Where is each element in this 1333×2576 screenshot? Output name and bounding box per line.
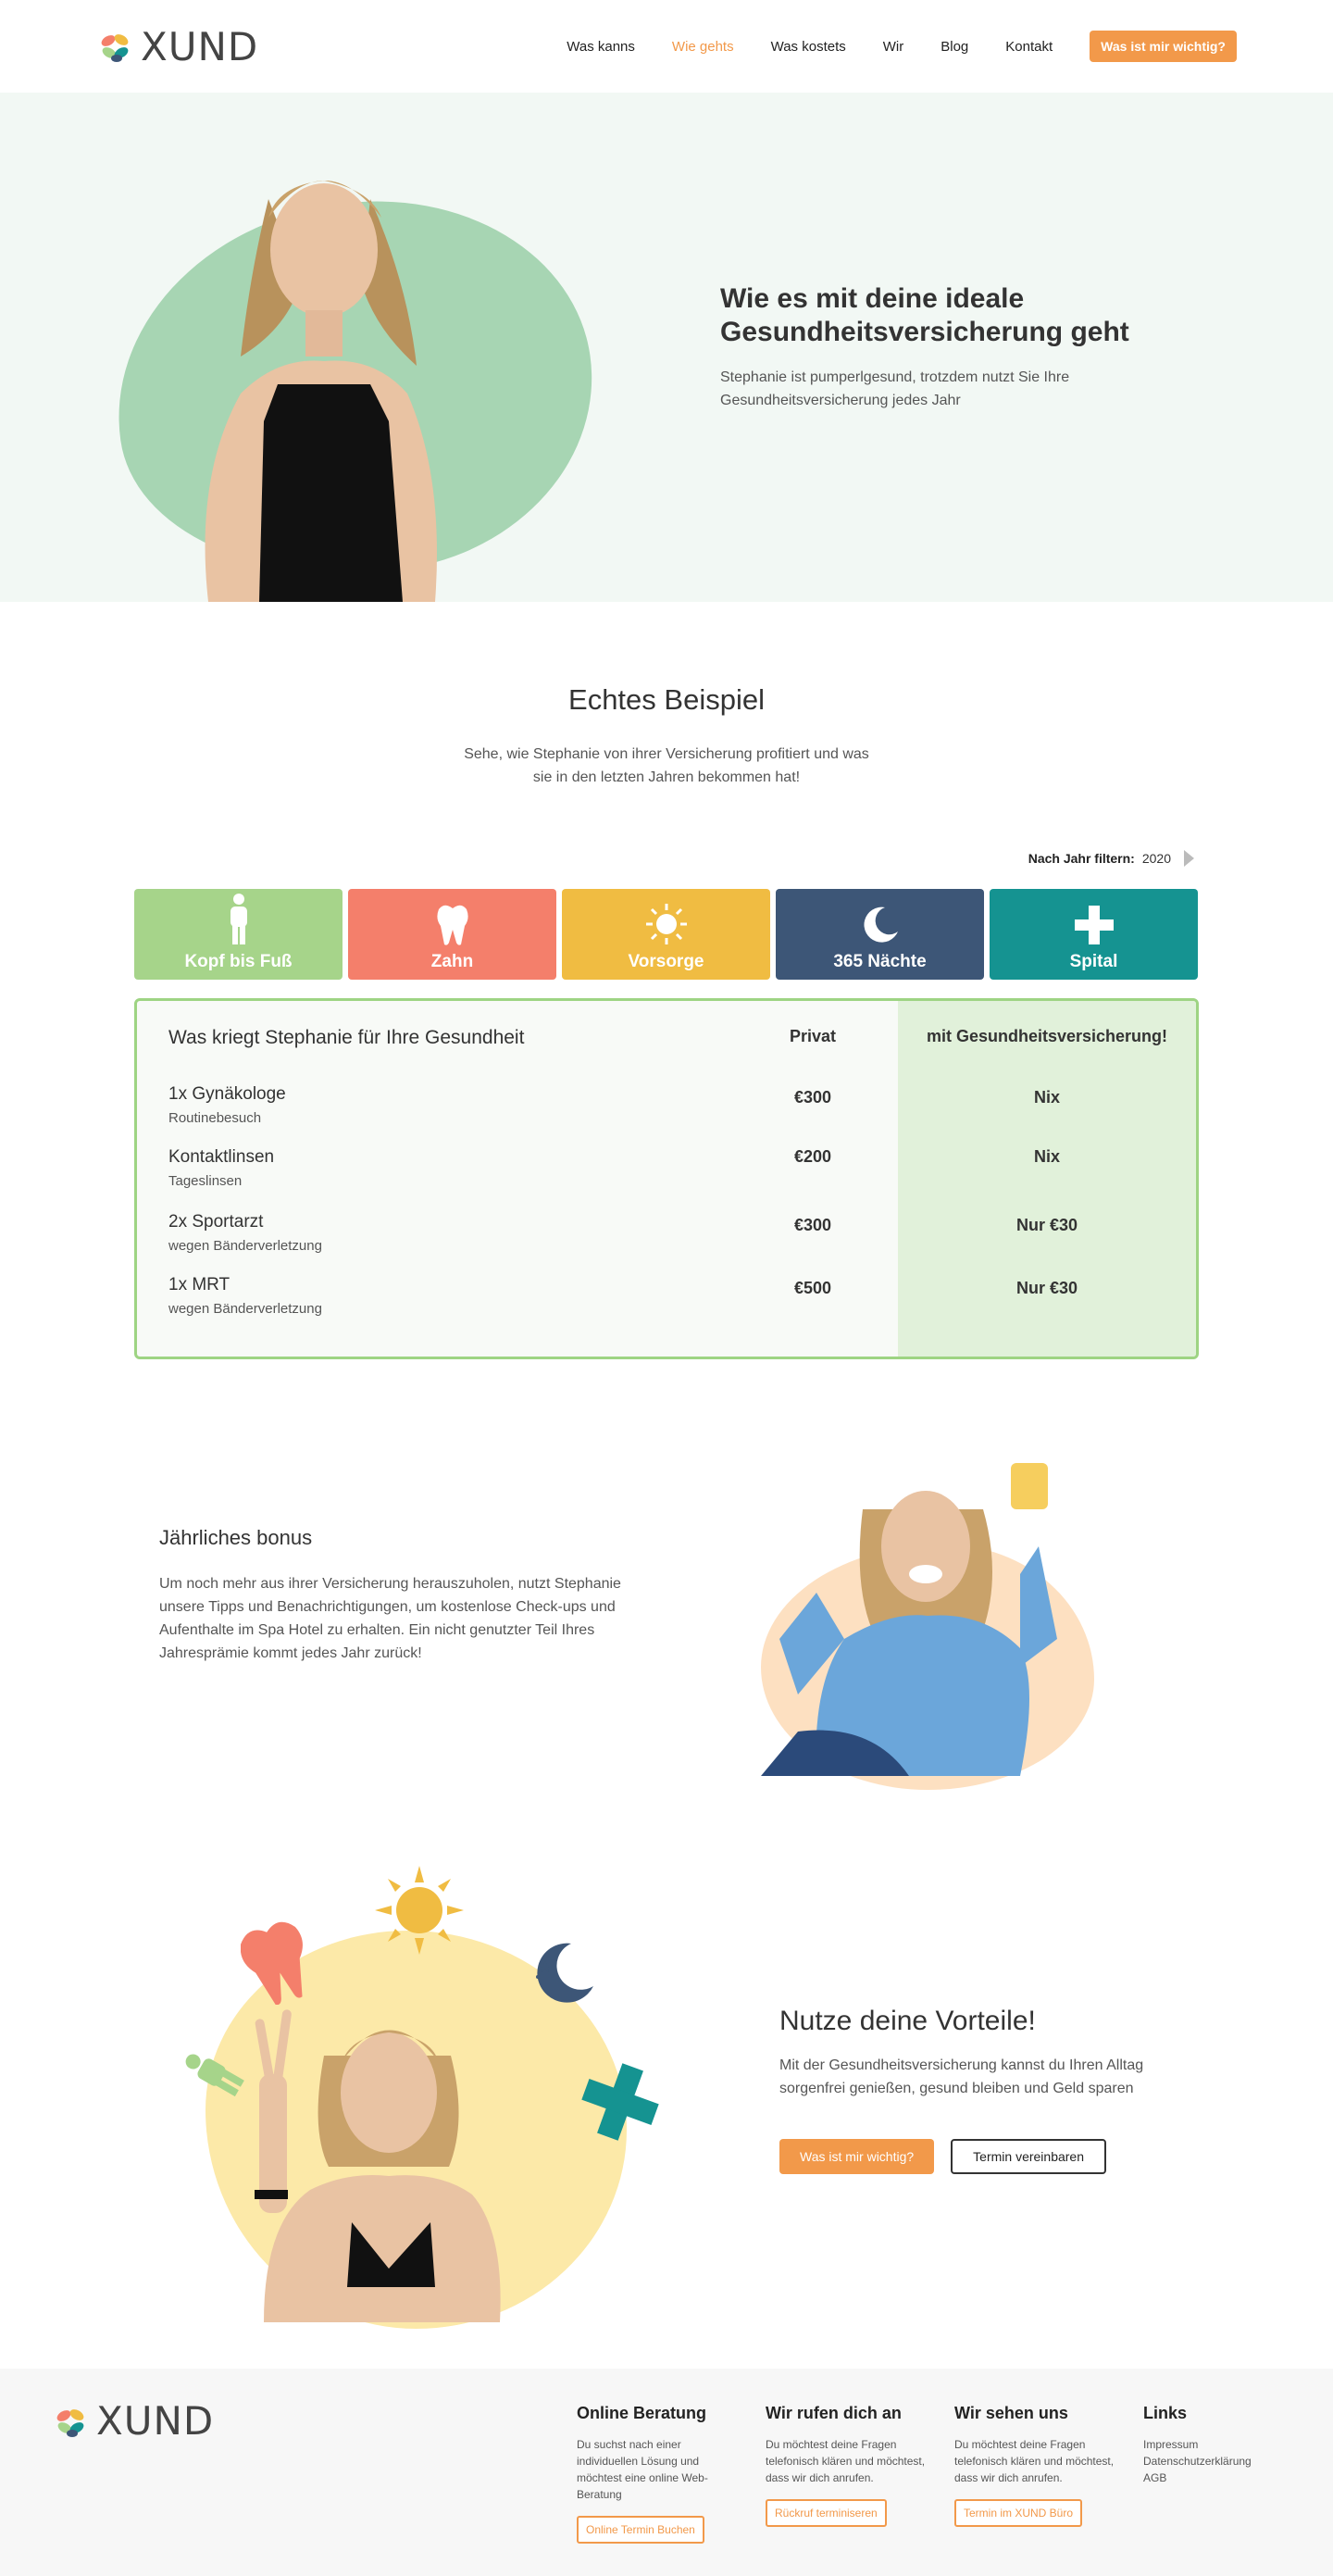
example-subtitle: Sehe, wie Stephanie von ihrer Versicheru… <box>464 746 869 785</box>
vorteile-description: Mit der Gesundheitsversicherung kannst d… <box>779 2057 1144 2096</box>
category-label: Vorsorge <box>628 952 704 971</box>
cross-icon <box>1074 906 1114 944</box>
row-sub: Routinebesuch <box>168 1110 262 1126</box>
example-header: Echtes Beispiel Sehe, wie Stephanie von … <box>0 683 1333 789</box>
row-name: 2x Sportarzt <box>168 1212 264 1232</box>
header: XUND Was kanns Wie gehts Was kostets Wir… <box>0 0 1333 93</box>
online-termin-buchen-button[interactable]: Online Termin Buchen <box>577 2516 704 2544</box>
footer-link-datenschutz[interactable]: Datenschutzerklärung <box>1143 2453 1291 2470</box>
year-filter[interactable]: Nach Jahr filtern: 2020 <box>1028 850 1194 867</box>
hero-person-image <box>205 181 437 602</box>
footer-col-title: Wir rufen dich an <box>766 2404 902 2422</box>
bonus-person-image <box>761 1463 1057 1776</box>
tooth-icon <box>436 905 468 945</box>
cross-icon <box>581 2063 659 2141</box>
category-label: Zahn <box>430 952 474 971</box>
footer: XUND Online Beratung Du suchst nach eine… <box>0 2369 1333 2576</box>
bonus-title: Jährliches bonus <box>159 1526 313 1549</box>
hero-section: Wie es mit deine ideale Gesundheitsversi… <box>0 93 1333 606</box>
category-kopf-bis-fuss[interactable]: Kopf bis Fuß <box>134 889 343 980</box>
hero-title: Wie es mit deine ideale Gesundheitsversi… <box>720 283 1129 347</box>
category-label: 365 Nächte <box>833 952 927 971</box>
row-sub: wegen Bänderverletzung <box>168 1301 322 1317</box>
moon-icon <box>863 907 898 943</box>
row-private: €500 <box>793 1279 832 1297</box>
was-ist-mir-wichtig-button[interactable]: Was ist mir wichtig? <box>779 2139 935 2174</box>
row-insured: Nur €30 <box>1015 1279 1078 1297</box>
main-nav: Was kanns Wie gehts Was kostets Wir Blog… <box>529 31 1237 62</box>
sun-icon <box>375 1866 464 1955</box>
nav-wie-gehts[interactable]: Wie gehts <box>672 39 734 55</box>
row-name: 1x Gynäkologe <box>168 1084 286 1104</box>
sun-icon <box>645 904 687 944</box>
termin-im-buero-button[interactable]: Termin im XUND Büro <box>954 2499 1083 2527</box>
footer-logo-text: XUND <box>96 2398 215 2444</box>
nav-blog[interactable]: Blog <box>941 39 968 55</box>
vorteile-title: Nutze deine Vorteile! <box>779 2006 1036 2036</box>
footer-link-agb[interactable]: AGB <box>1143 2470 1291 2486</box>
row-sub: wegen Bänderverletzung <box>168 1238 322 1254</box>
termin-vereinbaren-button[interactable]: Termin vereinbaren <box>951 2139 1107 2174</box>
footer-col-online-beratung: Online Beratung Du suchst nach einer ind… <box>577 2404 743 2544</box>
nav-kontakt[interactable]: Kontakt <box>1005 39 1053 55</box>
benefits-table: Was kriegt Stephanie für Ihre Gesundheit… <box>134 998 1199 1359</box>
row-insured: Nix <box>1033 1147 1060 1166</box>
vorteile-person-image <box>255 2009 501 2322</box>
footer-col-text: Du möchtest deine Fragen telefonisch klä… <box>766 2438 926 2484</box>
insured-column-bg <box>898 1001 1196 1357</box>
category-spital[interactable]: Spital <box>990 889 1198 980</box>
row-private: €300 <box>793 1216 832 1234</box>
caret-right-icon[interactable] <box>1184 850 1194 867</box>
vorteile-buttons: Was ist mir wichtig? Termin vereinbaren <box>779 2139 1196 2174</box>
category-label: Kopf bis Fuß <box>184 952 293 971</box>
bonus-text: Jährliches bonus Um noch mehr aus ihrer … <box>159 1526 622 1665</box>
logo-mark-icon <box>101 34 129 62</box>
footer-col-wir-sehen-uns: Wir sehen uns Du möchtest deine Fragen t… <box>954 2404 1121 2527</box>
logo-text: XUND <box>141 23 259 69</box>
category-zahn[interactable]: Zahn <box>348 889 556 980</box>
bonus-description: Um noch mehr aus ihrer Versicherung hera… <box>159 1576 621 1661</box>
header-cta-button[interactable]: Was ist mir wichtig? <box>1090 31 1237 62</box>
year-filter-value: 2020 <box>1141 851 1171 866</box>
nav-wir[interactable]: Wir <box>883 39 904 55</box>
row-name: 1x MRT <box>168 1275 230 1294</box>
footer-col-wir-rufen-dich-an: Wir rufen dich an Du möchtest deine Frag… <box>766 2404 932 2527</box>
page: XUND Was kanns Wie gehts Was kostets Wir… <box>0 0 1333 2576</box>
footer-logo[interactable]: XUND <box>52 2398 214 2444</box>
rueckruf-button[interactable]: Rückruf terminiseren <box>766 2499 887 2527</box>
hero-text: Wie es mit deine ideale Gesundheitsversi… <box>720 282 1165 412</box>
row-insured: Nur €30 <box>1015 1216 1078 1234</box>
footer-link-impressum[interactable]: Impressum <box>1143 2436 1291 2453</box>
row-insured: Nix <box>1033 1088 1060 1107</box>
nav-was-kostets[interactable]: Was kostets <box>771 39 846 55</box>
row-private: €300 <box>793 1088 832 1107</box>
footer-col-title: Links <box>1143 2404 1188 2422</box>
footer-links-list: Impressum Datenschutzerklärung AGB <box>1143 2436 1291 2486</box>
footer-col-links: Links Impressum Datenschutzerklärung AGB <box>1143 2404 1291 2486</box>
table-head-title: Was kriegt Stephanie für Ihre Gesundheit <box>168 1027 525 1048</box>
category-label: Spital <box>1069 952 1118 971</box>
logo[interactable]: XUND <box>96 24 258 69</box>
footer-col-text: Du möchtest deine Fragen telefonisch klä… <box>954 2438 1115 2484</box>
table-head-insured: mit Gesundheitsversicherung! <box>926 1027 1168 1045</box>
logo-mark-icon <box>56 2408 84 2437</box>
row-sub: Tageslinsen <box>168 1173 243 1189</box>
category-tabs: Kopf bis Fuß Zahn Vorsorge 365 Nächte Sp… <box>134 889 1198 980</box>
footer-col-title: Online Beratung <box>577 2404 707 2422</box>
category-vorsorge[interactable]: Vorsorge <box>562 889 770 980</box>
hero-subtitle: Stephanie ist pumperlgesund, trotzdem nu… <box>720 369 1070 408</box>
footer-col-text: Du suchst nach einer individuellen Lösun… <box>577 2438 708 2501</box>
category-365-naechte[interactable]: 365 Nächte <box>776 889 984 980</box>
example-title: Echtes Beispiel <box>568 683 765 716</box>
table-head-private: Privat <box>789 1027 837 1045</box>
person-icon <box>230 894 247 944</box>
footer-col-title: Wir sehen uns <box>954 2404 1068 2422</box>
year-filter-label: Nach Jahr filtern: <box>1028 851 1135 866</box>
nav-was-kanns[interactable]: Was kanns <box>567 39 635 55</box>
row-name: Kontaktlinsen <box>168 1147 275 1167</box>
row-private: €200 <box>793 1147 832 1166</box>
vorteile-text: Nutze deine Vorteile! Mit der Gesundheit… <box>779 2006 1196 2174</box>
